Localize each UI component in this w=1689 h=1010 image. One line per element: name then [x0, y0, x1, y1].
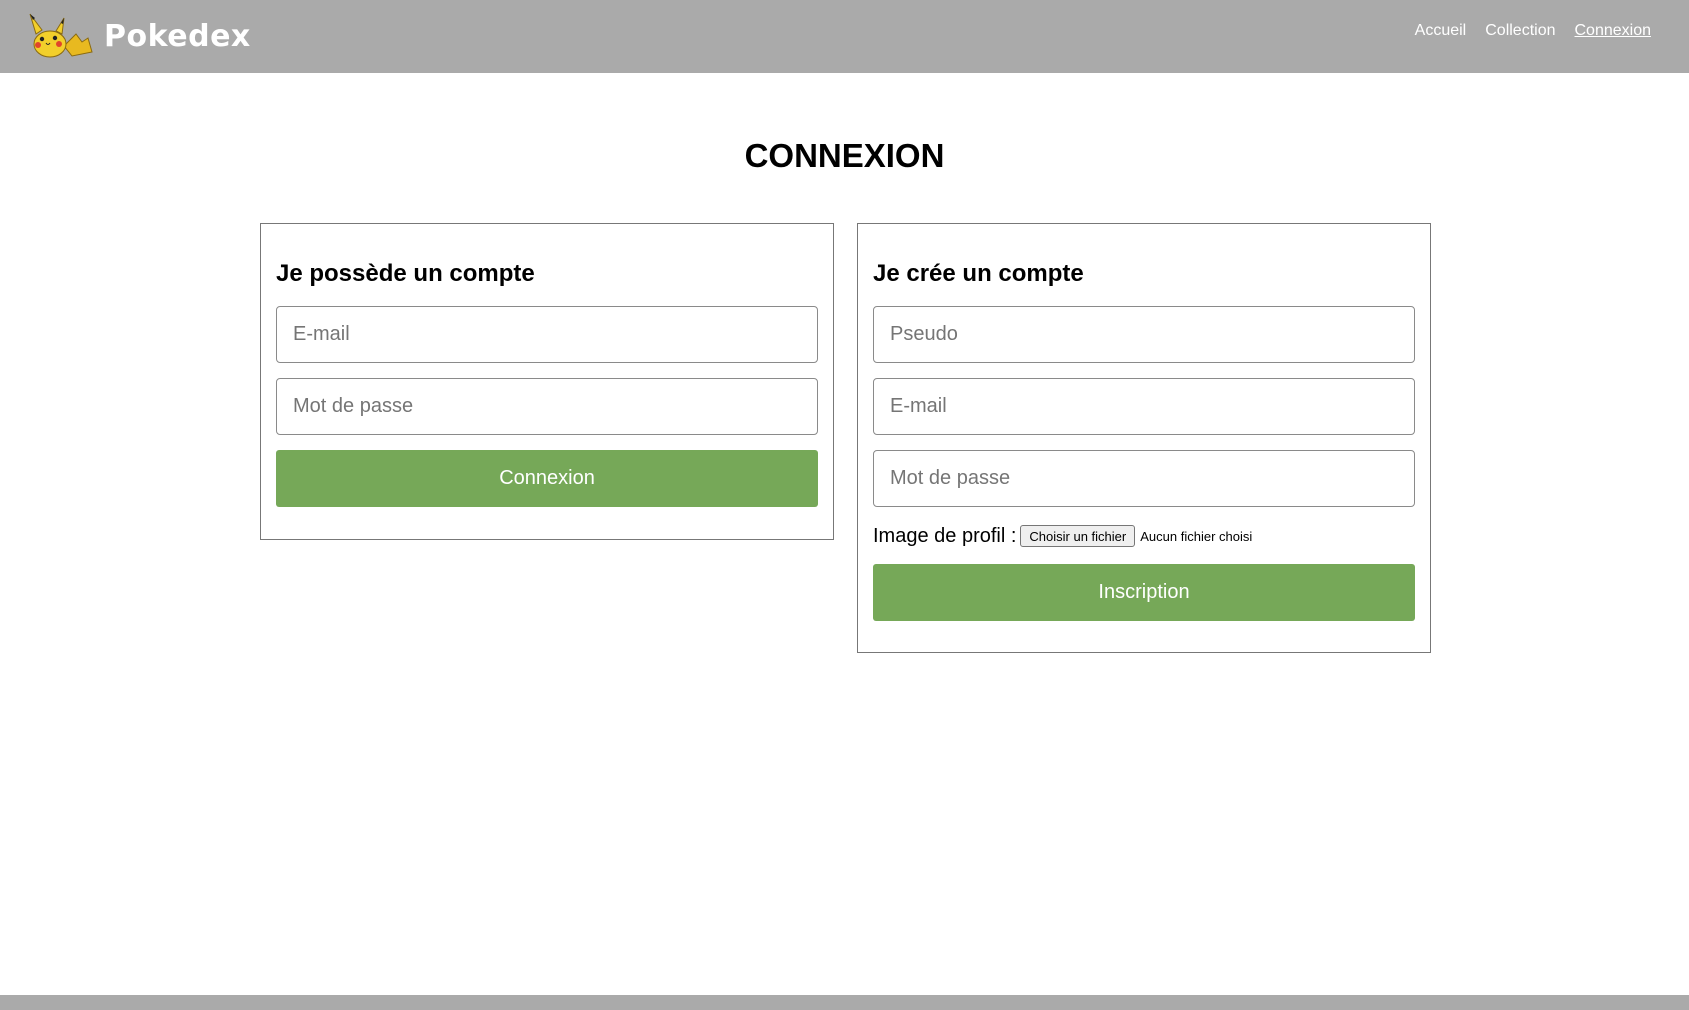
signup-card-title: Je crée un compte — [873, 260, 1084, 287]
profile-image-row: Image de profil : Choisir un fichier Auc… — [873, 524, 1415, 548]
signup-card: Je crée un compte Image de profil : Choi… — [857, 223, 1431, 653]
page: Pokedex Accueil Collection Connexion CON… — [0, 0, 1689, 1010]
footer-bar — [0, 995, 1689, 1010]
login-submit-button[interactable]: Connexion — [276, 450, 818, 507]
login-card-title: Je possède un compte — [276, 260, 535, 287]
signup-submit-button[interactable]: Inscription — [873, 564, 1415, 621]
signup-email-input[interactable] — [873, 378, 1415, 435]
pikachu-logo-icon — [29, 13, 93, 58]
login-password-input[interactable] — [276, 378, 818, 435]
nav-link-accueil[interactable]: Accueil — [1415, 22, 1467, 40]
nav-link-connexion[interactable]: Connexion — [1575, 22, 1652, 40]
profile-image-label: Image de profil : — [873, 524, 1017, 547]
signup-pseudo-input[interactable] — [873, 306, 1415, 363]
login-card: Je possède un compte Connexion — [260, 223, 834, 540]
signup-password-input[interactable] — [873, 450, 1415, 507]
file-status-text: Aucun fichier choisi — [1140, 528, 1253, 544]
nav-link-collection[interactable]: Collection — [1485, 22, 1555, 40]
login-email-input[interactable] — [276, 306, 818, 363]
brand-home-link[interactable]: Pokedex — [28, 12, 251, 60]
brand-name: Pokedex — [104, 18, 251, 54]
main-nav: Accueil Collection Connexion — [1415, 22, 1651, 40]
choose-file-button[interactable]: Choisir un fichier — [1020, 525, 1136, 547]
page-title: CONNEXION — [744, 137, 945, 174]
top-navbar: Pokedex Accueil Collection Connexion — [0, 0, 1689, 73]
